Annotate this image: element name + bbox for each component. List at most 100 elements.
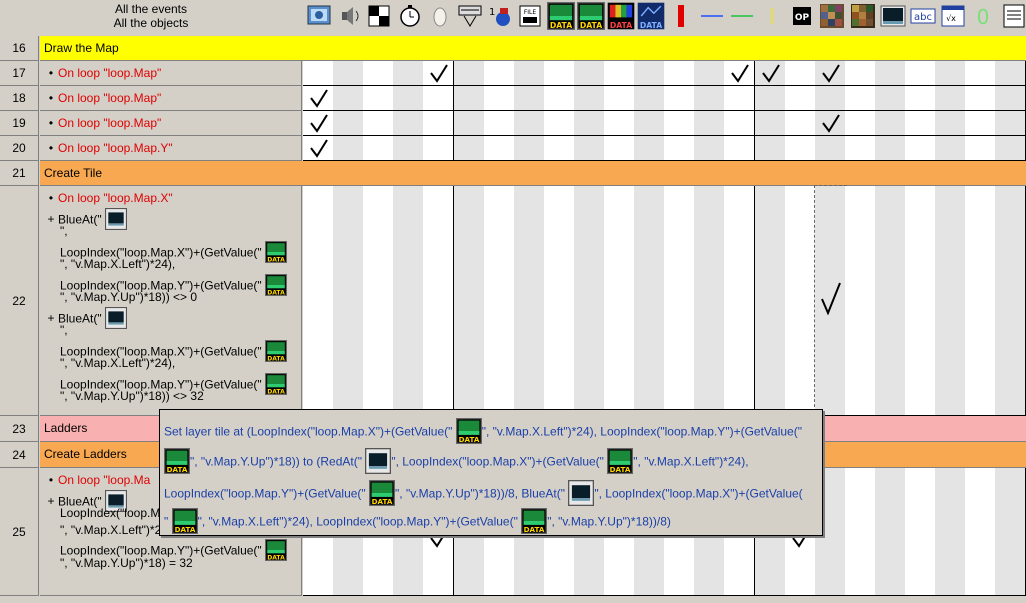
action-cell[interactable] [543,186,575,416]
special-icon[interactable] [365,2,393,30]
action-cell[interactable] [604,61,636,86]
action-cell[interactable] [513,61,545,86]
action-cell[interactable] [604,136,636,161]
row-number[interactable]: 23 [0,416,39,442]
action-cell[interactable] [965,186,997,416]
action-cell[interactable] [694,186,726,416]
action-cell[interactable] [844,111,876,136]
action-cell[interactable] [363,86,395,111]
action-cell[interactable] [995,111,1026,136]
action-cell[interactable] [604,86,636,111]
red-bar-icon[interactable] [667,2,695,30]
action-cell[interactable] [483,111,515,136]
action-cell[interactable] [363,61,395,86]
action-cell[interactable] [664,136,696,161]
create-object-icon[interactable] [426,2,454,30]
action-cell[interactable] [453,86,485,111]
action-cell[interactable] [303,111,335,136]
blue-line-icon[interactable] [698,2,726,30]
layer-data-icon[interactable]: DATA [576,2,605,30]
conditions-cell[interactable]: • On loop "loop.Map.Y" [40,136,302,161]
formula-icon[interactable]: √x [939,2,967,30]
mouse-keyboard-icon[interactable] [456,2,484,30]
action-cell[interactable] [874,136,906,161]
action-cell[interactable] [664,186,696,416]
conditions-cell[interactable]: • On loop "loop.Map" [40,61,302,86]
action-cell[interactable] [543,111,575,136]
yellow-line-icon[interactable] [758,2,786,30]
action-cell[interactable] [634,86,666,111]
action-cell[interactable] [303,186,335,416]
action-cell[interactable] [634,111,666,136]
action-cell[interactable] [754,61,786,86]
action-cell[interactable] [423,111,455,136]
action-cell[interactable] [844,61,876,86]
tileset-b-icon[interactable] [849,2,877,30]
action-cell[interactable] [634,186,666,416]
action-cell[interactable] [453,61,485,86]
string-abc-icon[interactable]: abc [909,2,937,30]
action-cell[interactable] [905,111,937,136]
file-icon[interactable]: FILE [516,2,544,30]
action-cell[interactable] [754,136,786,161]
array-data-icon[interactable]: DATA [546,2,575,30]
row-number[interactable]: 20 [0,136,39,161]
color-data-icon[interactable]: DATA [607,2,635,30]
action-cell[interactable] [935,468,967,596]
action-cell[interactable] [995,186,1026,416]
action-cell[interactable] [935,86,967,111]
group-title[interactable]: Create Tile [40,161,1026,186]
action-cell[interactable] [754,186,786,416]
action-cell[interactable] [363,111,395,136]
action-cell[interactable] [363,186,395,416]
action-cell[interactable] [814,86,846,111]
action-cell[interactable] [543,136,575,161]
action-cell[interactable] [995,86,1026,111]
action-cell[interactable] [483,61,515,86]
action-cell[interactable] [874,186,906,416]
action-cell[interactable] [333,61,365,86]
action-cell[interactable] [513,186,545,416]
action-cell[interactable] [333,86,365,111]
action-cell[interactable] [513,86,545,111]
op-icon[interactable]: OP [788,2,816,30]
tileset-a-icon[interactable] [818,2,846,30]
event-row[interactable]: 17 • On loop "loop.Map" [0,61,1026,86]
row-number[interactable]: 16 [0,36,39,61]
action-cell[interactable] [965,111,997,136]
action-cell[interactable] [724,136,756,161]
row-number[interactable]: 18 [0,86,39,111]
storyboard-icon[interactable] [305,2,333,30]
action-cell[interactable] [303,86,335,111]
action-cell[interactable] [573,86,605,111]
row-number[interactable]: 24 [0,442,39,468]
action-cell[interactable] [483,186,515,416]
action-cell[interactable] [935,136,967,161]
action-cell[interactable] [844,468,876,596]
row-number[interactable]: 17 [0,61,39,86]
event-row[interactable]: 19 • On loop "loop.Map" [0,111,1026,136]
event-row[interactable]: 22 • On loop "loop.Map.X" + BlueAt(" ", LoopI… [0,185,1026,417]
event-row[interactable]: 18 • On loop "loop.Map" [0,86,1026,111]
action-cell[interactable] [844,86,876,111]
row-number[interactable]: 22 [0,186,39,416]
action-cell[interactable] [754,86,786,111]
action-cell[interactable] [483,86,515,111]
action-cell[interactable] [303,136,335,161]
action-cell[interactable] [724,61,756,86]
action-cell[interactable] [634,61,666,86]
action-cell[interactable] [724,86,756,111]
group-title[interactable]: Draw the Map [40,36,1026,61]
action-cell[interactable] [784,111,816,136]
action-cell[interactable] [694,111,726,136]
action-cell[interactable] [874,86,906,111]
action-cell[interactable] [905,136,937,161]
action-cell[interactable] [784,136,816,161]
action-cell[interactable] [333,186,365,416]
backdrop-icon[interactable] [879,2,907,30]
row-number[interactable]: 21 [0,161,39,186]
group-row[interactable]: 21 Create Tile [0,161,1026,186]
action-cell[interactable] [965,468,997,596]
action-cell[interactable] [754,111,786,136]
action-cell[interactable] [333,111,365,136]
